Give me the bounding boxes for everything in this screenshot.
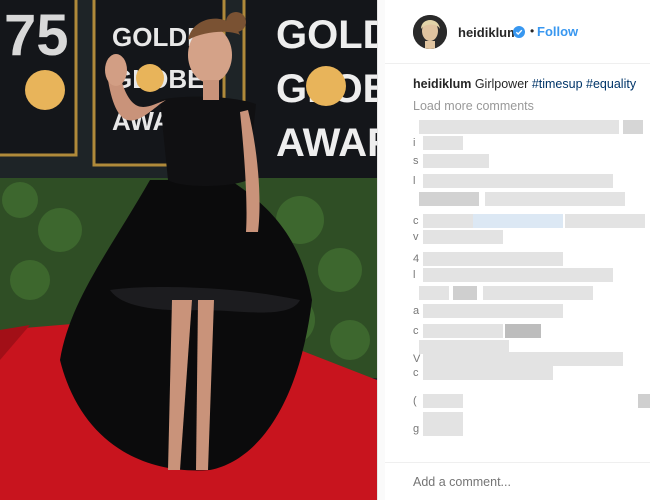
comment-bar (385, 462, 650, 500)
caption-text: Girlpower (474, 77, 529, 91)
post-photo[interactable]: 75 GOLDEN GLOBE AWARDS GOLDEN GLOBE AWAR… (0, 0, 377, 500)
post-photo-illustration: 75 GOLDEN GLOBE AWARDS GOLDEN GLOBE AWAR… (0, 0, 377, 500)
caption: heidiklum Girlpower #timesup #equality (413, 77, 636, 91)
sign-globe-icon-3 (306, 66, 346, 106)
verified-badge-icon (513, 26, 525, 38)
panel-divider (377, 0, 385, 500)
avatar[interactable] (413, 15, 447, 49)
follow-button[interactable]: Follow (537, 24, 578, 39)
sign-line-3b: AWARDS (276, 121, 377, 165)
hashtag-timesup[interactable]: #timesup (532, 77, 583, 91)
header-separator: • (530, 24, 535, 38)
sign-number: 75 (4, 3, 69, 68)
hashtag-equality[interactable]: #equality (586, 77, 636, 91)
add-comment-input[interactable] (413, 475, 633, 489)
caption-username[interactable]: heidiklum (413, 77, 471, 91)
sign-line-1b: GOLDEN (276, 13, 377, 57)
comment-list: i s l c v 4 l a c V c (g (413, 118, 650, 458)
post-side-panel: heidiklum • Follow heidiklum Girlpower #… (385, 0, 650, 500)
sign-globe-icon (25, 70, 65, 110)
sign-globe-icon-2 (136, 64, 164, 92)
username-link[interactable]: heidiklum (458, 25, 519, 40)
load-more-comments-button[interactable]: Load more comments (413, 99, 534, 113)
post-header: heidiklum • Follow (385, 0, 650, 64)
